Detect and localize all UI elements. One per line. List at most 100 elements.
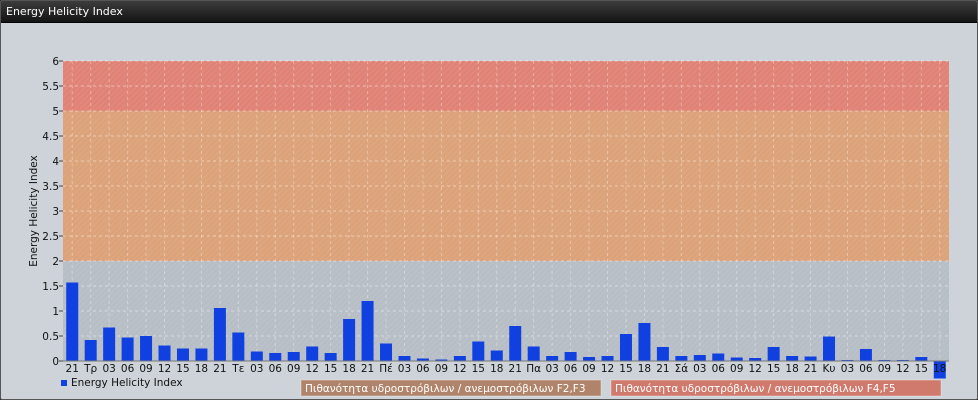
bar [527,346,540,361]
bar [915,357,928,361]
y-tick-label: 2.5 [42,231,59,243]
bar [767,347,780,361]
y-tick-label: 1.5 [42,281,59,293]
legend-swatch-series [61,380,67,386]
x-tick-label: 09 [139,363,152,375]
bar [786,356,799,361]
bar [140,336,153,361]
bar [509,326,522,361]
x-tick-label: 09 [878,363,891,375]
x-axis-ticks: 21 Τρ 03 06 09 12 15 18 21 Τε 03 06 09 12 15 18 21 Πέ 03 06… [63,360,949,375]
x-tick-label: Πα [526,363,541,375]
bar [84,340,97,361]
y-axis-label: Energy Helicity Index [28,155,40,267]
x-tick-label: 09 [582,363,595,375]
bar [693,355,706,361]
bar [619,334,632,361]
y-tick-label: 4.5 [42,131,59,143]
x-tick-label: 09 [730,363,743,375]
y-tick-label: 5.5 [42,81,59,93]
y-tick-label: 2 [52,256,59,268]
x-tick-label: Κυ [823,363,836,375]
x-tick-label: 21 [509,363,522,375]
x-tick-label: 06 [712,363,726,375]
bar [324,353,337,361]
bar [804,356,817,361]
x-tick-label: 21 [804,363,817,375]
x-tick-label: 18 [638,363,651,375]
x-tick-label: 12 [749,363,762,375]
y-tick-label: 0 [52,356,59,368]
y-tick-label: 4 [52,156,59,168]
x-tick-label: 15 [324,363,337,375]
x-tick-label: 21 [213,363,226,375]
x-tick-label: 06 [121,363,135,375]
bar [453,356,466,361]
x-tick-label: 09 [287,363,300,375]
chart-widget: Energy Helicity Index 0 0.5 1 1.5 2 2.5 3 3.5 4 4… [0,0,978,400]
bar [823,336,836,361]
y-tick-label: 0.5 [42,331,59,343]
bar [583,357,596,361]
y-tick-label: 3.5 [42,181,59,193]
x-tick-label: 18 [342,363,355,375]
x-tick-label: 15 [767,363,780,375]
bar [730,357,743,361]
bar [656,347,669,361]
bar [213,308,226,361]
legend-zone-f23-label: Πιθανότητα υδροστρόβιλων / ανεμοστρόβιλω… [305,383,586,395]
x-tick-label: 15 [472,363,485,375]
bar [306,346,319,361]
x-tick-label: 12 [896,363,909,375]
y-tick-label: 1 [52,306,59,318]
bar [103,327,116,361]
energy-helicity-chart: 0 0.5 1 1.5 2 2.5 3 3.5 4 4.5 5 5.5 6 21 Τρ 03 06 09 12 15… [28,56,949,397]
x-tick-label: 15 [915,363,928,375]
bar [121,337,134,361]
bar [176,348,189,361]
bar [546,356,559,361]
legend-zone-f45-label: Πιθανότητα υδροστρόβιλων / ανεμοστρόβιλω… [615,383,896,395]
bar [601,356,614,361]
x-tick-label: 12 [306,363,319,375]
x-tick-label: 03 [545,363,558,375]
legend-label-series: Energy Helicity Index [71,377,183,389]
bar [638,323,651,361]
x-tick-label: 03 [398,363,411,375]
x-tick-label: Τε [231,363,244,375]
x-tick-label: Σά [675,363,689,375]
x-tick-label: 06 [269,363,283,375]
y-tick-label: 6 [52,56,59,68]
bar [472,341,485,361]
x-tick-label: Πέ [379,363,393,375]
bar [398,356,411,361]
x-tick-label: 12 [453,363,466,375]
x-tick-label: 15 [176,363,189,375]
x-tick-label: 12 [601,363,614,375]
bar [380,343,393,361]
bar [675,356,688,361]
bar [859,349,872,361]
x-tick-label: 21 [656,363,669,375]
x-tick-label: 21 [66,363,79,375]
x-tick-label: 12 [158,363,171,375]
bar [66,282,79,361]
x-tick-label: 03 [841,363,854,375]
x-tick-label: 03 [693,363,706,375]
bar [232,332,245,361]
x-tick-label: 18 [785,363,798,375]
x-tick-label: 15 [619,363,632,375]
x-tick-label: 18 [933,363,946,375]
y-tick-label: 5 [52,106,59,118]
x-tick-label: 18 [490,363,503,375]
x-tick-label: 18 [195,363,208,375]
x-tick-label: 06 [859,363,873,375]
bar [361,301,374,361]
bar [158,345,171,361]
bar [490,350,503,361]
x-tick-label: 06 [564,363,578,375]
bar [564,352,577,361]
bar [287,352,300,361]
bar [250,351,263,361]
y-axis-ticks: 0 0.5 1 1.5 2 2.5 3 3.5 4 4.5 5 5.5 6 [42,56,63,368]
